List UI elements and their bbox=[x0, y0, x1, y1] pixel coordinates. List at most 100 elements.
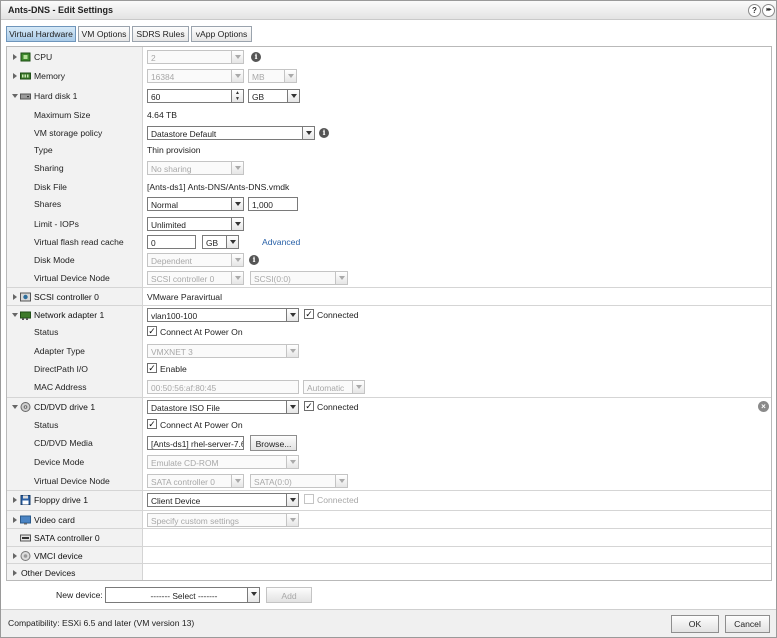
cddvd-vdn-controller-select[interactable]: SATA controller 0 bbox=[147, 474, 244, 488]
hard-disk-unit-select[interactable]: GB bbox=[248, 89, 300, 103]
floppy-connected-label: Connected bbox=[317, 495, 359, 505]
vmci-device-icon bbox=[20, 551, 31, 561]
memory-unit-select[interactable]: MB bbox=[248, 69, 297, 83]
scsi-controller-label: SCSI controller 0 bbox=[34, 292, 99, 302]
video-card-row: Video card Specify custom settings bbox=[7, 510, 771, 528]
other-devices-row: Other Devices bbox=[7, 563, 771, 580]
expand-vmci-icon[interactable] bbox=[13, 553, 17, 559]
floppy-row: Floppy drive 1 Client Device Connected bbox=[7, 490, 771, 508]
mac-address-label: MAC Address bbox=[34, 382, 87, 392]
floppy-connected-checkbox[interactable] bbox=[304, 494, 314, 504]
iops-select[interactable]: Unlimited bbox=[147, 217, 244, 231]
memory-icon bbox=[20, 72, 31, 80]
network-status-label: Status bbox=[34, 327, 59, 337]
network-power-on-checkbox[interactable]: ✓ bbox=[147, 326, 157, 336]
cpu-icon bbox=[20, 52, 31, 62]
sharing-select[interactable]: No sharing bbox=[147, 161, 244, 175]
storage-policy-info-icon[interactable]: i bbox=[319, 128, 329, 138]
cddvd-source-select[interactable]: Datastore ISO File bbox=[147, 400, 299, 414]
cddvd-label: CD/DVD drive 1 bbox=[34, 402, 96, 412]
hard-disk-icon bbox=[20, 93, 31, 100]
browse-button[interactable]: Browse... bbox=[250, 435, 297, 451]
cddvd-vdn-slot-select[interactable]: SATA(0:0) bbox=[250, 474, 348, 488]
disk-mode-row: Disk Mode Dependent i bbox=[7, 251, 771, 269]
network-connected-checkbox[interactable]: ✓ bbox=[304, 309, 314, 319]
tab-vm-options[interactable]: VM Options bbox=[78, 26, 130, 42]
cpu-label: CPU bbox=[34, 52, 53, 62]
compatibility-text: Compatibility: ESXi 6.5 and later (VM ve… bbox=[8, 618, 195, 628]
mac-address-input[interactable]: 00:50:56:af:80:45 bbox=[147, 380, 299, 394]
mac-mode-select[interactable]: Automatic bbox=[303, 380, 365, 394]
expand-other-icon[interactable] bbox=[13, 570, 17, 576]
storage-policy-select[interactable]: Datastore Default bbox=[147, 126, 315, 140]
disk-file-value: [Ants-ds1] Ants-DNS/Ants-DNS.vmdk bbox=[147, 182, 290, 192]
disk-mode-select[interactable]: Dependent bbox=[147, 253, 244, 267]
hard-disk-row: Hard disk 1 60 ▲ ▼ GB bbox=[7, 87, 771, 105]
expand-floppy-icon[interactable] bbox=[13, 497, 17, 503]
cddvd-media-input[interactable]: [Ants-ds1] rhel-server-7.6-x86_64-dvd.is… bbox=[147, 436, 244, 450]
floppy-select[interactable]: Client Device bbox=[147, 493, 299, 507]
network-select[interactable]: vlan100-100 bbox=[147, 308, 299, 322]
cddvd-row: CD/DVD drive 1 Datastore ISO File ✓ Conn… bbox=[7, 397, 771, 415]
virtual-hardware-panel: CPU 2 i Memory 16384 MB Hard disk 1 60 ▲ ▼… bbox=[6, 46, 772, 581]
cpu-select[interactable]: 2 bbox=[147, 50, 244, 64]
flash-cache-unit-select[interactable]: GB bbox=[202, 235, 239, 249]
dialog-title: Ants-DNS - Edit Settings bbox=[8, 5, 113, 15]
tab-vapp-options[interactable]: vApp Options bbox=[191, 26, 252, 42]
memory-select[interactable]: 16384 bbox=[147, 69, 244, 83]
cddvd-status-label: Status bbox=[34, 420, 59, 430]
shares-value-input[interactable]: 1,000 bbox=[248, 197, 298, 211]
ok-button[interactable]: OK bbox=[671, 615, 719, 633]
collapse-network-icon[interactable] bbox=[12, 313, 18, 317]
other-devices-label: Other Devices bbox=[21, 568, 76, 578]
disk-mode-info-icon[interactable]: i bbox=[249, 255, 259, 265]
cddvd-vdn-label: Virtual Device Node bbox=[34, 476, 110, 486]
disk-vdn-controller-select[interactable]: SCSI controller 0 bbox=[147, 271, 244, 285]
device-mode-row: Device Mode Emulate CD-ROM bbox=[7, 453, 771, 471]
tab-virtual-hardware[interactable]: Virtual Hardware bbox=[6, 26, 76, 42]
collapse-hard-disk-icon[interactable] bbox=[12, 94, 18, 98]
disk-vdn-label: Virtual Device Node bbox=[34, 273, 110, 283]
shares-select[interactable]: Normal bbox=[147, 197, 244, 211]
cddvd-power-on-checkbox[interactable]: ✓ bbox=[147, 419, 157, 429]
cddvd-connected-checkbox[interactable]: ✓ bbox=[304, 401, 314, 411]
sata-controller-row: SATA controller 0 bbox=[7, 528, 771, 546]
expand-icon[interactable]: ▸▸ bbox=[762, 4, 775, 17]
cddvd-status-row: Status ✓ Connect At Power On bbox=[7, 416, 771, 434]
iops-label: Limit - IOPs bbox=[34, 219, 79, 229]
hard-disk-size-input[interactable]: 60 ▲ ▼ bbox=[147, 89, 244, 103]
cpu-row: CPU 2 i bbox=[7, 48, 771, 66]
adapter-type-select[interactable]: VMXNET 3 bbox=[147, 344, 299, 358]
cancel-button[interactable]: Cancel bbox=[725, 615, 770, 633]
scsi-controller-icon bbox=[20, 292, 31, 302]
collapse-cddvd-icon[interactable] bbox=[12, 405, 18, 409]
network-status-row: Status ✓ Connect At Power On bbox=[7, 323, 771, 341]
tab-sdrs-rules[interactable]: SDRS Rules bbox=[132, 26, 189, 42]
video-card-label: Video card bbox=[34, 515, 75, 525]
disk-type-value: Thin provision bbox=[147, 145, 201, 155]
hard-disk-label: Hard disk 1 bbox=[34, 91, 78, 101]
disk-vdn-slot-select[interactable]: SCSI(0:0) bbox=[250, 271, 348, 285]
expand-scsi-icon[interactable] bbox=[13, 294, 17, 300]
help-icon[interactable]: ? bbox=[748, 4, 761, 17]
new-device-select[interactable]: ------- Select ------- bbox=[105, 587, 260, 603]
floppy-label: Floppy drive 1 bbox=[34, 495, 88, 505]
cpu-info-icon[interactable]: i bbox=[251, 52, 261, 62]
expand-video-icon[interactable] bbox=[13, 517, 17, 523]
cddvd-vdn-row: Virtual Device Node SATA controller 0 SA… bbox=[7, 472, 771, 490]
new-device-bar: New device: ------- Select ------- Add bbox=[1, 584, 776, 606]
floppy-icon bbox=[20, 495, 31, 505]
video-card-select[interactable]: Specify custom settings bbox=[147, 513, 299, 527]
mac-address-row: MAC Address 00:50:56:af:80:45 Automatic bbox=[7, 378, 771, 396]
adapter-type-row: Adapter Type VMXNET 3 bbox=[7, 342, 771, 360]
add-device-button[interactable]: Add bbox=[266, 587, 312, 603]
advanced-link[interactable]: Advanced bbox=[262, 237, 300, 247]
memory-label: Memory bbox=[34, 71, 66, 81]
flash-cache-input[interactable]: 0 bbox=[147, 235, 196, 249]
expand-memory-icon[interactable] bbox=[13, 73, 17, 79]
expand-cpu-icon[interactable] bbox=[13, 54, 17, 60]
device-mode-select[interactable]: Emulate CD-ROM bbox=[147, 455, 299, 469]
directpath-checkbox[interactable]: ✓ bbox=[147, 363, 157, 373]
remove-device-icon[interactable]: × bbox=[758, 401, 769, 412]
dialog-footer: Compatibility: ESXi 6.5 and later (VM ve… bbox=[1, 609, 776, 637]
